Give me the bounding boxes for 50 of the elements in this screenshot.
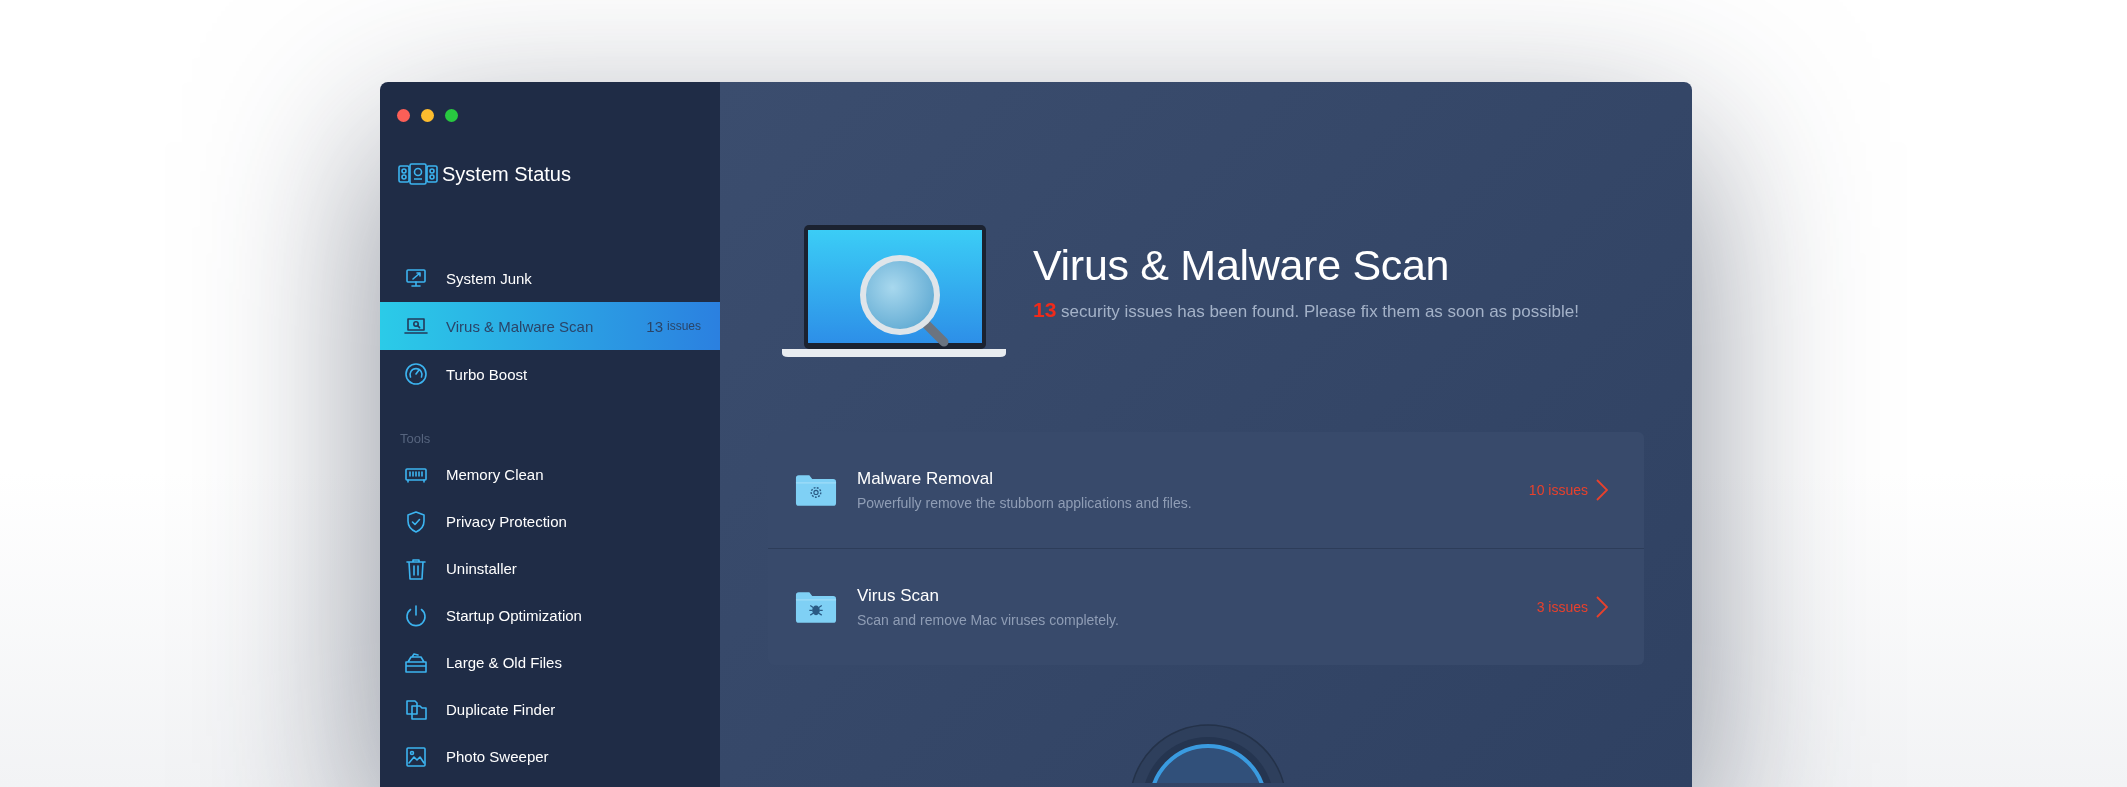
chevron-icon <box>1596 596 1608 618</box>
folder-gear-icon <box>795 473 837 507</box>
copy-icon <box>404 697 428 722</box>
issue-count: 13 <box>646 317 663 335</box>
sidebar-item-label: Duplicate Finder <box>446 701 557 718</box>
page-title: Virus & Malware Scan <box>1033 240 1451 290</box>
drawer-icon <box>404 650 428 675</box>
sidebar-item-label: Turbo Boost <box>446 365 529 383</box>
chevron-icon <box>1596 479 1608 501</box>
trash-icon <box>404 556 428 581</box>
sidebar-item-label: Uninstaller <box>446 560 518 577</box>
sidebar-item[interactable]: Privacy Protection <box>380 498 720 545</box>
close-window-control[interactable] <box>397 109 410 122</box>
result-row[interactable]: Malware Removal Powerfully remove the stubborn applications and files. 10 issues <box>768 432 1644 549</box>
app-section-title: System Status <box>442 162 571 186</box>
minimize-window-control[interactable] <box>421 109 434 122</box>
image-icon <box>404 744 428 769</box>
gauge-icon <box>404 362 428 386</box>
sidebar-item-label: Large & Old Files <box>446 654 563 671</box>
result-description: Powerfully remove the stubborn applications and files. <box>857 495 1193 511</box>
sidebar-item[interactable]: Memory Clean <box>380 451 720 498</box>
sidebar-item[interactable]: Photo Sweeper <box>380 733 720 780</box>
result-description: Scan and remove Mac viruses completely. <box>857 612 1120 628</box>
sidebar-item-label: Photo Sweeper <box>446 748 550 765</box>
issue-unit: issues <box>667 319 701 333</box>
sidebar-item[interactable]: Uninstaller <box>380 545 720 592</box>
result-row[interactable]: Virus Scan Scan and remove Mac viruses completely. 3 issues <box>768 549 1644 665</box>
sidebar-item-label: Virus & Malware Scan <box>446 317 595 335</box>
sidebar-item[interactable]: Duplicate Finder <box>380 686 720 733</box>
issue-count: 10 issues <box>1528 482 1588 498</box>
sidebar-item[interactable]: Large & Old Files <box>380 639 720 686</box>
folder-bug-icon <box>795 590 837 624</box>
zoom-window-control[interactable] <box>445 109 458 122</box>
scan-summary: 13 security issues has been found. Please fix them as soon as possible! <box>1033 297 1579 322</box>
power-icon <box>404 603 428 628</box>
sidebar-item[interactable]: Turbo Boost <box>380 350 720 398</box>
sidebar-item-label: Memory Clean <box>446 466 545 483</box>
monitor-icon <box>404 266 428 290</box>
sidebar-item-label: Startup Optimization <box>446 607 583 624</box>
section-label: Tools <box>400 431 432 446</box>
result-title: Virus Scan <box>857 586 940 606</box>
sidebar-item[interactable]: System Junk <box>380 254 720 302</box>
sidebar-item[interactable]: Startup Optimization <box>380 592 720 639</box>
shield-check-icon <box>404 509 428 534</box>
sidebar-item[interactable]: Virus & Malware Scan 13 issues <box>380 302 720 350</box>
issue-count: 3 issues <box>1536 599 1588 615</box>
sidebar-item-label: Privacy Protection <box>446 513 568 530</box>
devices-icon <box>398 162 438 186</box>
result-title: Malware Removal <box>857 469 995 489</box>
sidebar-item-label: System Junk <box>446 269 533 287</box>
